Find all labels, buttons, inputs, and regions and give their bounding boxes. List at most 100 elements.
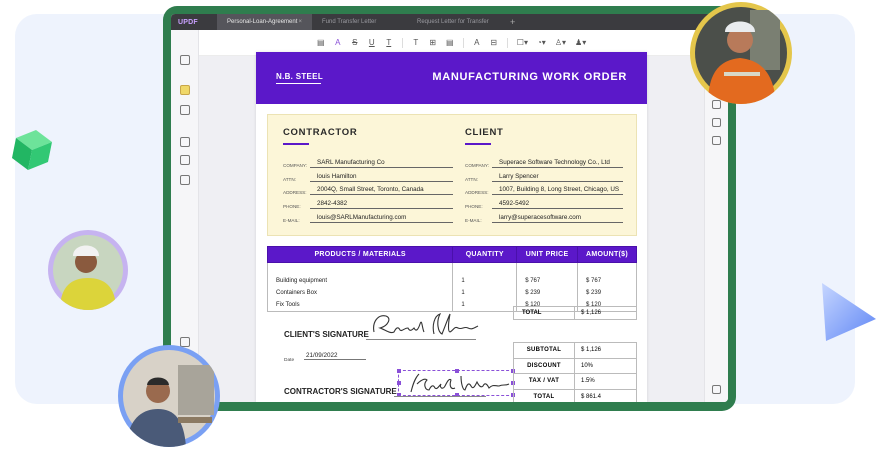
crop-icon[interactable] xyxy=(180,155,190,165)
resize-handle[interactable] xyxy=(397,381,401,385)
table-cell: 1 xyxy=(452,286,518,300)
table-row: DISCOUNT 10% xyxy=(513,357,637,375)
close-icon[interactable]: × xyxy=(298,19,302,25)
table-row: Building equipment 1 $ 767 $ 767 xyxy=(266,274,637,287)
summary-label: TOTAL xyxy=(513,388,575,402)
signature-icon[interactable]: ♙▾ xyxy=(555,38,566,47)
spacer-cell xyxy=(452,262,518,275)
total-label: TOTAL xyxy=(514,307,575,319)
field-value[interactable]: louis@SARLManufacturing.com xyxy=(310,214,453,223)
toolbar-separator xyxy=(462,37,464,48)
worker-photo-icon xyxy=(695,7,787,104)
field-label: ATTN: xyxy=(465,176,478,182)
field-value[interactable]: 2004Q, Small Street, Toronto, Canada xyxy=(310,186,453,196)
edit-mode-icon[interactable] xyxy=(180,105,190,115)
page-banner: N.B. STEEL MANUFACTURING WORK ORDER xyxy=(256,52,647,104)
comment-icon[interactable]: ▤ xyxy=(317,38,325,47)
summary-table: SUBTOTAL $ 1,126 DISCOUNT 10% TAX / VAT 1.5… xyxy=(513,342,637,402)
highlight-icon[interactable]: A xyxy=(334,38,342,47)
summary-label: DISCOUNT xyxy=(513,357,575,375)
field-value[interactable]: Larry Spencer xyxy=(492,173,623,182)
field-label: COMPANY: xyxy=(465,162,489,168)
eraser-icon[interactable]: ⊟ xyxy=(490,38,498,47)
tab-label: Personal-Loan-Agreement xyxy=(227,19,298,25)
mail-icon[interactable] xyxy=(712,136,721,145)
underline-icon[interactable]: U xyxy=(368,38,376,47)
stamp-icon[interactable]: ◔▾ xyxy=(537,38,546,47)
contractor-attn-field: ATTN: louis Hamilton xyxy=(283,168,453,182)
table-cell: $ 239 xyxy=(577,286,637,300)
heading-underline xyxy=(465,143,491,145)
contractor-address-field: ADDRESS: 2004Q, Small Street, Toronto, Ca… xyxy=(283,182,453,196)
toolbar-separator xyxy=(506,37,508,48)
table-cell: Building equipment xyxy=(266,274,454,287)
tab-request-letter[interactable]: Request Letter for Transfer xyxy=(407,14,502,30)
contractor-company-field: COMPANY: SARL Manufacturing Co xyxy=(283,154,453,168)
strikethrough-icon[interactable]: S xyxy=(351,38,359,47)
table-row: SUBTOTAL $ 1,126 xyxy=(513,342,637,359)
column-header: UNIT PRICE xyxy=(516,246,579,263)
table-cell: Containers Box xyxy=(266,286,454,300)
table-cell: 1 xyxy=(452,274,518,287)
signature-selection-box[interactable] xyxy=(397,369,515,397)
color-icon[interactable]: ♟▾ xyxy=(575,38,586,47)
date-field[interactable]: 21/09/2022 xyxy=(304,352,366,360)
contractor-signature-image xyxy=(410,373,510,393)
field-label: E-MAIL: xyxy=(465,217,482,223)
table-row: TOTAL $ 861.4 xyxy=(513,388,637,402)
table-header-row: PRODUCTS / MATERIALS QUANTITY UNIT PRICE… xyxy=(266,246,637,263)
client-signature-image[interactable] xyxy=(368,310,480,340)
thumbnails-icon[interactable] xyxy=(180,55,190,65)
spacer-cell xyxy=(266,262,454,275)
bottom-tool-icon[interactable] xyxy=(180,337,190,347)
tab-label: Request Letter for Transfer xyxy=(417,19,489,25)
column-header: PRODUCTS / MATERIALS xyxy=(266,246,454,263)
form-icon[interactable] xyxy=(180,175,190,185)
summary-value: $ 861.4 xyxy=(574,388,637,402)
resize-handle[interactable] xyxy=(397,369,401,373)
summary-value: 1.5% xyxy=(574,373,637,390)
add-tab-icon[interactable]: + xyxy=(502,17,515,27)
avatar-office-worker xyxy=(118,345,220,447)
avatar-worker-orange xyxy=(690,2,792,104)
field-label: COMPANY: xyxy=(283,162,307,168)
table-cell: $ 767 xyxy=(516,274,579,287)
field-value[interactable]: louis Hamilton xyxy=(310,173,453,182)
field-value[interactable]: Superace Software Technology Co., Ltd xyxy=(492,159,623,168)
date-label: Date xyxy=(284,358,295,363)
summary-value: 10% xyxy=(574,357,637,375)
column-header: AMOUNT($) xyxy=(577,246,637,263)
field-label: ADDRESS: xyxy=(283,190,307,196)
field-label: E-MAIL: xyxy=(283,217,300,223)
total-value: $ 1,126 xyxy=(581,310,602,316)
field-value[interactable]: 1007, Building 8, Long Street, Chicago, … xyxy=(492,186,623,196)
field-value[interactable]: 2842-4382 xyxy=(310,200,453,210)
note-icon[interactable]: ▤ xyxy=(446,38,454,47)
contractor-heading: CONTRACTOR xyxy=(283,127,358,138)
summary-label: SUBTOTAL xyxy=(513,342,575,359)
chat-icon[interactable] xyxy=(712,385,721,394)
tab-fund-transfer-letter[interactable]: Fund Transfer Letter xyxy=(312,14,407,30)
text-icon[interactable]: T xyxy=(412,38,420,47)
field-value[interactable]: 4592-5492 xyxy=(492,200,623,210)
field-value[interactable]: SARL Manufacturing Co xyxy=(310,159,453,168)
properties-icon[interactable] xyxy=(712,100,721,109)
comment-mode-icon[interactable] xyxy=(180,85,190,95)
tab-personal-loan-agreement[interactable]: Personal-Loan-Agreement × xyxy=(217,14,312,30)
field-label: PHONE: xyxy=(465,204,483,210)
parties-info-box: CONTRACTOR COMPANY: SARL Manufacturing Co… xyxy=(267,114,637,236)
worker-photo-icon xyxy=(53,235,123,310)
toolbar-separator xyxy=(401,37,403,48)
share-icon[interactable] xyxy=(712,118,721,127)
client-section: CLIENT COMPANY: Superace Software Technol… xyxy=(465,127,623,223)
textbox-icon[interactable]: ⊞ xyxy=(429,38,437,47)
squiggly-icon[interactable]: T xyxy=(385,38,393,47)
shape-icon[interactable]: ☐▾ xyxy=(517,38,528,47)
client-phone-field: PHONE: 4592-5492 xyxy=(465,195,623,210)
field-value[interactable]: larry@superacesoftware.com xyxy=(492,214,623,223)
contractor-phone-field: PHONE: 2842-4382 xyxy=(283,195,453,210)
work-order-page: N.B. STEEL MANUFACTURING WORK ORDER CONT… xyxy=(256,52,647,402)
pencil-icon[interactable]: A xyxy=(473,38,481,47)
organize-pages-icon[interactable] xyxy=(180,137,190,147)
client-signature-label: CLIENT'S SIGNATURE xyxy=(284,330,369,339)
